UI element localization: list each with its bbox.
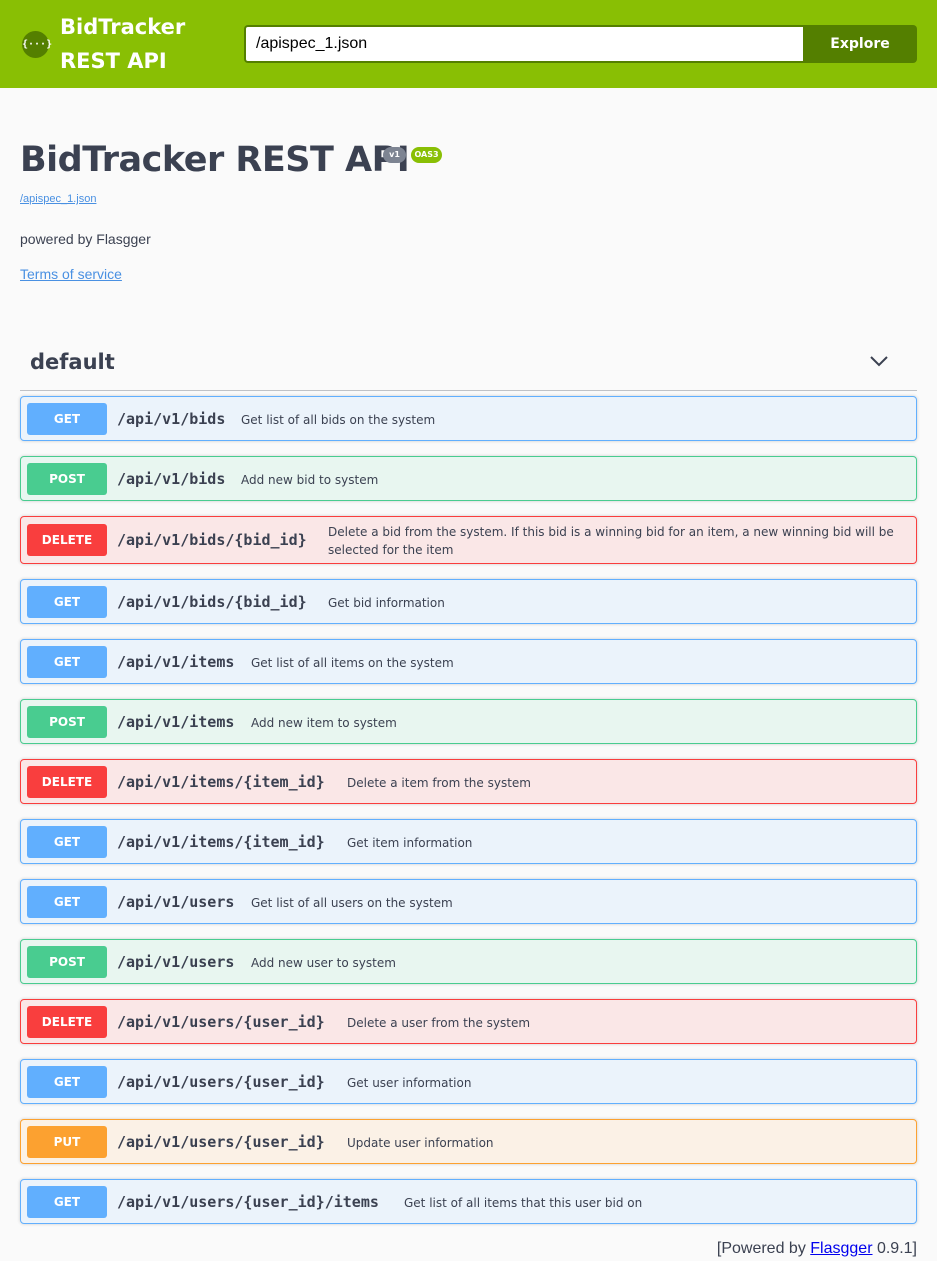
operation-path: /api/v1/items (117, 713, 235, 731)
operation-path: /api/v1/bids/{bid_id} (117, 593, 307, 611)
operation-path: /api/v1/items (117, 653, 235, 671)
operation-path: /api/v1/items/{item_id} (117, 773, 325, 791)
operation-path: /api/v1/items/{item_id} (117, 833, 325, 851)
method-badge-post: POST (27, 946, 107, 978)
operation-post-row[interactable]: POST/api/v1/users Add new user to system (20, 939, 917, 984)
flasgger-link[interactable]: Flasgger (810, 1240, 872, 1257)
topbar: {···} BidTracker REST API Explore (0, 0, 937, 88)
operation-path: /api/v1/bids (117, 470, 226, 488)
powered-by-footer: [Powered by Flasgger 0.9.1] (717, 1240, 917, 1258)
operation-path: /api/v1/bids (117, 410, 226, 428)
operation-get-row[interactable]: GET/api/v1/bids Get list of all bids on t… (20, 396, 917, 441)
operation-delete-row[interactable]: DELETE/api/v1/bids/{bid_id} Delete a bid … (20, 516, 917, 564)
operation-post-row[interactable]: POST/api/v1/bids Add new bid to system (20, 456, 917, 501)
spec-url-input[interactable] (244, 25, 804, 63)
method-badge-get: GET (27, 1066, 107, 1098)
operation-path: /api/v1/users/{user_id} (117, 1073, 325, 1091)
method-badge-put: PUT (27, 1126, 107, 1158)
operation-summary: Delete a bid from the system. If this bi… (328, 525, 894, 557)
operation-summary: Add new item to system (251, 716, 397, 730)
footer-prefix: [Powered by (716, 1240, 811, 1257)
operation-get-row[interactable]: GET/api/v1/users/{user_id} Get user infor… (20, 1059, 917, 1104)
operation-summary: Update user information (347, 1136, 494, 1150)
method-badge-get: GET (27, 826, 107, 858)
operation-summary: Delete a item from the system (347, 776, 531, 790)
operation-path: /api/v1/users (117, 893, 235, 911)
method-badge-get: GET (27, 586, 107, 618)
page-title: BidTracker REST API (20, 140, 410, 180)
operation-path: /api/v1/users (117, 953, 235, 971)
spec-link[interactable]: /apispec_1.json (20, 193, 96, 205)
method-badge-get: GET (27, 886, 107, 918)
method-badge-delete: DELETE (27, 524, 107, 556)
operation-summary: Get item information (347, 836, 473, 850)
operation-put-row[interactable]: PUT/api/v1/users/{user_id} Update user in… (20, 1119, 917, 1164)
explore-button[interactable]: Explore (803, 25, 917, 63)
operation-delete-row[interactable]: DELETE/api/v1/users/{user_id} Delete a us… (20, 999, 917, 1044)
operation-get-row[interactable]: GET/api/v1/items Get list of all items on… (20, 639, 917, 684)
operation-path: /api/v1/users/{user_id} (117, 1013, 325, 1031)
method-badge-post: POST (27, 463, 107, 495)
method-badge-get: GET (27, 1186, 107, 1218)
operation-get-row[interactable]: GET/api/v1/users Get list of all users on… (20, 879, 917, 924)
operation-summary: Get user information (347, 1076, 472, 1090)
operation-path: /api/v1/users/{user_id} (117, 1133, 325, 1151)
method-badge-get: GET (27, 403, 107, 435)
method-badge-get: GET (27, 646, 107, 678)
operation-summary: Add new bid to system (241, 473, 379, 487)
swagger-logo-icon: {···} (22, 31, 52, 58)
section-title-default[interactable]: default (30, 350, 115, 374)
operation-summary: Get list of all items on the system (251, 656, 454, 670)
operation-summary: Delete a user from the system (347, 1016, 531, 1030)
operation-get-row[interactable]: GET/api/v1/items/{item_id} Get item infor… (20, 819, 917, 864)
operation-path: /api/v1/users/{user_id}/items (117, 1193, 379, 1211)
oas-badge: OAS3 (411, 147, 442, 163)
operation-summary: Get list of all bids on the system (241, 413, 436, 427)
section-divider (20, 390, 917, 391)
operation-summary: Add new user to system (251, 956, 396, 970)
operation-get-row[interactable]: GET/api/v1/bids/{bid_id} Get bid informat… (20, 579, 917, 624)
operation-delete-row[interactable]: DELETE/api/v1/items/{item_id} Delete a it… (20, 759, 917, 804)
operation-post-row[interactable]: POST/api/v1/items Add new item to system (20, 699, 917, 744)
operation-summary: Get list of all users on the system (251, 896, 453, 910)
brand-title: BidTracker REST API (60, 15, 186, 73)
footer-suffix: 0.9.1] (872, 1240, 917, 1257)
method-badge-delete: DELETE (27, 1006, 107, 1038)
api-description: powered by Flasgger (20, 231, 151, 247)
terms-of-service-link[interactable]: Terms of service (20, 266, 122, 282)
chevron-down-icon[interactable] (869, 353, 889, 369)
method-badge-delete: DELETE (27, 766, 107, 798)
method-badge-post: POST (27, 706, 107, 738)
operation-get-row[interactable]: GET/api/v1/users/{user_id}/items Get list… (20, 1179, 917, 1224)
version-badge: v1 (383, 147, 406, 163)
operation-summary: Get bid information (328, 596, 445, 610)
operation-path: /api/v1/bids/{bid_id} (117, 531, 307, 549)
operation-summary: Get list of all items that this user bid… (404, 1196, 643, 1210)
